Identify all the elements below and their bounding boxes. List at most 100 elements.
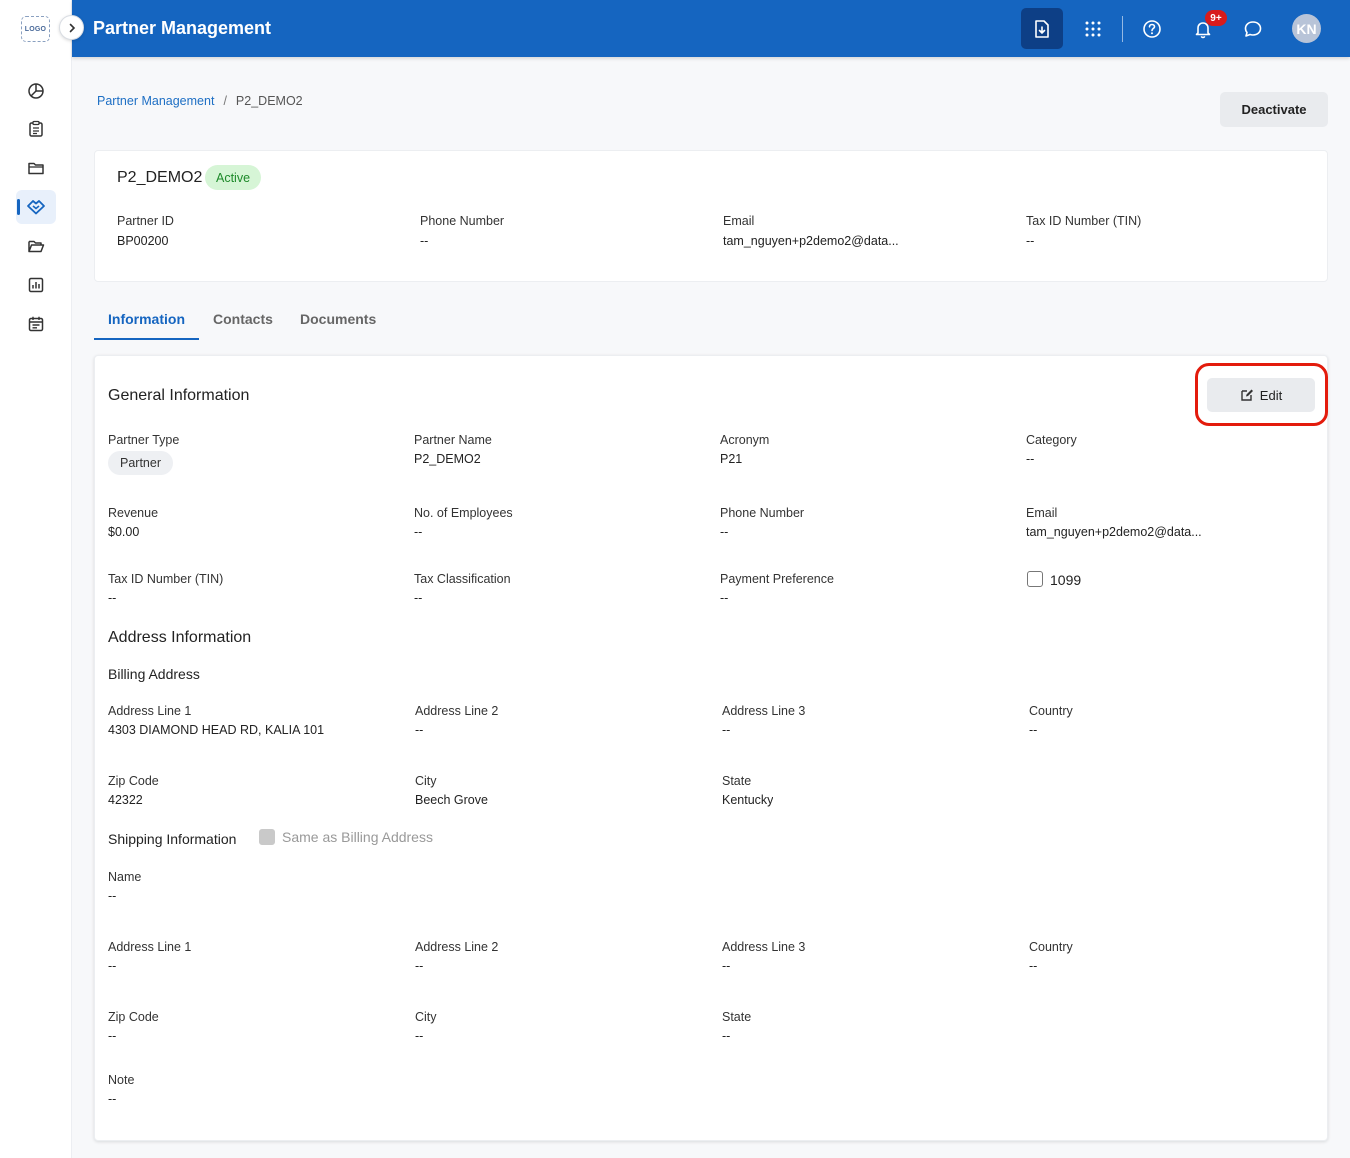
label-shipping-address-line-3: Address Line 3 xyxy=(722,940,806,954)
partner-type-chip: Partner xyxy=(108,451,173,475)
value-tax-classification: -- xyxy=(414,591,423,605)
partner-summary-card: P2_DEMO2 Active Partner ID BP00200 Phone… xyxy=(94,150,1328,282)
value-tin: -- xyxy=(108,591,117,605)
general-information-title: General Information xyxy=(108,387,250,404)
sidebar-expand-button[interactable] xyxy=(59,15,84,40)
sidebar-item-dashboard[interactable] xyxy=(16,74,56,108)
value-billing-state: Kentucky xyxy=(722,793,774,807)
label-billing-address-line-2: Address Line 2 xyxy=(415,704,499,718)
label-billing-address-line-3: Address Line 3 xyxy=(722,704,806,718)
label-shipping-address-line-2: Address Line 2 xyxy=(415,940,499,954)
calendar-icon xyxy=(28,316,44,332)
summary-value-partner-id: BP00200 xyxy=(117,234,169,248)
breadcrumb: Partner Management / P2_DEMO2 xyxy=(97,94,303,108)
summary-value-phone: -- xyxy=(420,234,429,248)
label-acronym: Acronym xyxy=(720,433,770,447)
value-shipping-name: -- xyxy=(108,889,117,903)
value-shipping-address-line-3: -- xyxy=(722,959,731,973)
help-button[interactable] xyxy=(1131,8,1173,49)
edit-button[interactable]: Edit xyxy=(1207,378,1315,412)
address-information-title: Address Information xyxy=(108,629,252,646)
chat-bubble-icon xyxy=(1244,20,1262,37)
value-shipping-zip: -- xyxy=(108,1029,117,1043)
value-email: tam_nguyen+p2demo2@data... xyxy=(1026,525,1202,539)
label-billing-address-line-1: Address Line 1 xyxy=(108,704,192,718)
deactivate-button[interactable]: Deactivate xyxy=(1220,92,1328,127)
label-shipping-zip: Zip Code xyxy=(108,1010,159,1024)
same-as-billing-checkbox[interactable] xyxy=(259,829,275,845)
apps-grid-icon xyxy=(1085,21,1101,36)
summary-value-email: tam_nguyen+p2demo2@data... xyxy=(723,234,899,248)
billing-address-title: Billing Address xyxy=(108,666,200,682)
value-phone-number: -- xyxy=(720,525,729,539)
help-icon xyxy=(1143,19,1161,38)
breadcrumb-link-partner-management[interactable]: Partner Management xyxy=(97,94,214,108)
sidebar-item-calendar[interactable] xyxy=(16,307,56,341)
label-partner-type: Partner Type xyxy=(108,433,180,447)
sidebar-item-folder[interactable] xyxy=(16,151,56,185)
download-button[interactable] xyxy=(1021,8,1063,49)
value-billing-address-line-1: 4303 DIAMOND HEAD RD, KALIA 101 xyxy=(108,723,325,737)
folder-icon xyxy=(28,162,44,175)
sidebar-item-partners[interactable] xyxy=(16,190,56,224)
label-payment-preference: Payment Preference xyxy=(720,572,834,586)
label-billing-zip: Zip Code xyxy=(108,774,159,788)
value-revenue: $0.00 xyxy=(108,525,140,539)
sidebar-item-reports[interactable] xyxy=(16,112,56,146)
same-as-billing-label: Same as Billing Address xyxy=(282,829,433,845)
label-revenue: Revenue xyxy=(108,506,159,520)
value-billing-city: Beech Grove xyxy=(415,793,488,807)
user-avatar[interactable]: KN xyxy=(1292,14,1321,43)
pie-chart-icon xyxy=(28,83,44,99)
summary-label-tin: Tax ID Number (TIN) xyxy=(1026,214,1142,228)
summary-label-phone: Phone Number xyxy=(420,214,505,228)
sidebar-item-folder-open[interactable] xyxy=(16,229,56,263)
label-employees: No. of Employees xyxy=(414,506,513,520)
file-download-icon xyxy=(1035,19,1049,38)
label-category: Category xyxy=(1026,433,1077,447)
status-badge: Active xyxy=(205,165,262,190)
value-shipping-country: -- xyxy=(1029,959,1038,973)
breadcrumb-current: P2_DEMO2 xyxy=(235,94,303,108)
header-divider xyxy=(1122,16,1123,42)
breadcrumb-separator: / xyxy=(223,94,227,108)
label-shipping-address-line-1: Address Line 1 xyxy=(108,940,192,954)
label-partner-name: Partner Name xyxy=(414,433,492,447)
label-tin: Tax ID Number (TIN) xyxy=(108,572,224,586)
value-shipping-address-line-2: -- xyxy=(415,959,424,973)
checkbox-1099-label: 1099 xyxy=(1050,572,1082,588)
app-logo: LOGO xyxy=(21,16,50,42)
label-billing-state: State xyxy=(722,774,752,788)
edit-button-label: Edit xyxy=(1259,387,1283,403)
chat-button[interactable] xyxy=(1232,8,1274,49)
tab-information[interactable]: Information xyxy=(108,311,185,327)
value-billing-zip: 42322 xyxy=(108,793,143,807)
label-shipping-state: State xyxy=(722,1010,752,1024)
label-phone-number: Phone Number xyxy=(720,506,805,520)
value-employees: -- xyxy=(414,525,423,539)
notification-badge: 9+ xyxy=(1205,10,1227,26)
tab-contacts[interactable]: Contacts xyxy=(213,311,273,327)
label-billing-country: Country xyxy=(1029,704,1073,718)
shipping-information-title: Shipping Information xyxy=(108,831,237,847)
value-billing-address-line-3: -- xyxy=(722,723,731,737)
active-tab-indicator xyxy=(94,338,199,340)
value-payment-preference: -- xyxy=(720,591,729,605)
summary-label-email: Email xyxy=(723,214,755,228)
notifications-button[interactable]: 9+ xyxy=(1182,8,1227,49)
edit-icon xyxy=(1241,389,1253,401)
label-shipping-name: Name xyxy=(108,870,142,884)
checkbox-1099[interactable] xyxy=(1027,571,1043,587)
summary-value-tin: -- xyxy=(1026,234,1035,248)
tab-documents[interactable]: Documents xyxy=(300,311,376,327)
handshake-icon xyxy=(27,200,45,215)
apps-menu-button[interactable] xyxy=(1072,8,1114,49)
label-note: Note xyxy=(108,1073,135,1087)
sidebar-item-analytics[interactable] xyxy=(16,268,56,302)
top-header: Partner Management 9+ KN xyxy=(72,0,1350,57)
partner-name-title: P2_DEMO2 xyxy=(117,169,203,186)
value-billing-country: -- xyxy=(1029,723,1038,737)
value-shipping-address-line-1: -- xyxy=(108,959,117,973)
value-acronym: P21 xyxy=(720,452,743,466)
value-billing-address-line-2: -- xyxy=(415,723,424,737)
